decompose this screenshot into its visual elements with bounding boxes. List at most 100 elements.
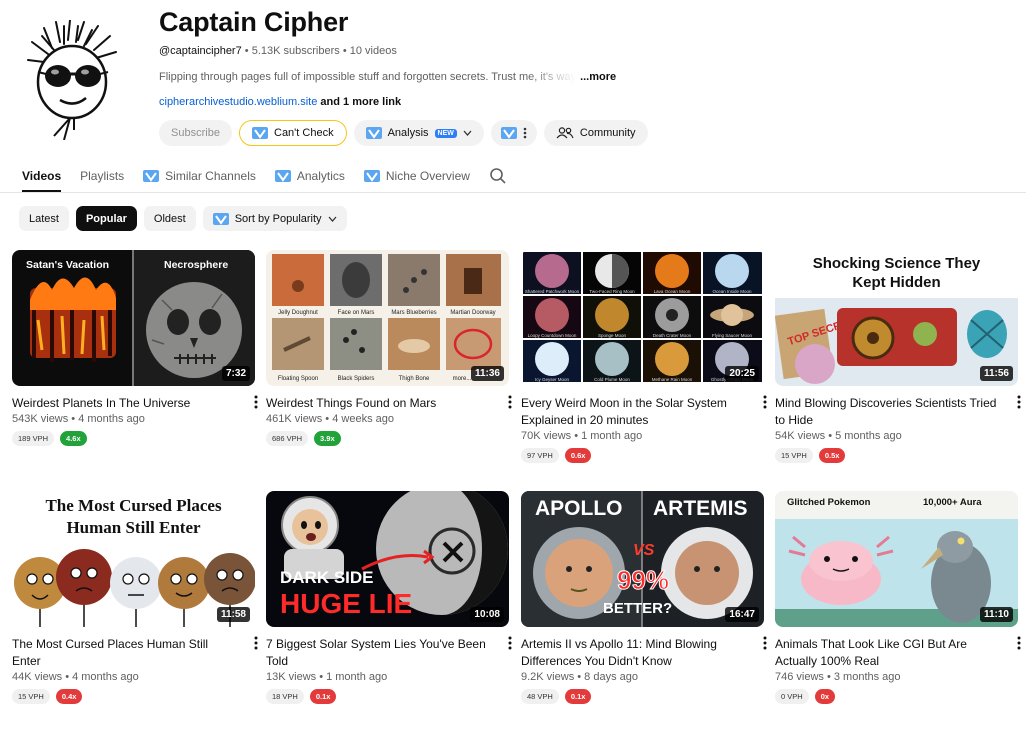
video-card[interactable]: Satan's Vacation Necrosphere 7:32 Weirde… bbox=[12, 250, 258, 446]
more-vert-icon[interactable] bbox=[253, 394, 259, 410]
video-duration: 11:36 bbox=[470, 366, 504, 381]
thumbnail-image: Satan's Vacation Necrosphere bbox=[12, 250, 255, 386]
filter-popular[interactable]: Popular bbox=[75, 206, 137, 231]
thumb-label: Black Spiders bbox=[338, 376, 375, 382]
filter-oldest[interactable]: Oldest bbox=[143, 206, 196, 231]
website-link[interactable]: cipherarchivestudio.weblium.site bbox=[159, 96, 317, 108]
more-vert-icon[interactable] bbox=[762, 635, 768, 651]
tab-similar-channels[interactable]: Similar Channels bbox=[143, 160, 256, 192]
video-meta: 746 views • 3 months ago bbox=[775, 671, 901, 683]
video-card[interactable]: The Most Cursed Places Human Still Enter … bbox=[12, 491, 258, 704]
video-badges: 15 VPH 0.4x bbox=[12, 689, 255, 704]
thumb-label: Floating Spoon bbox=[278, 376, 318, 382]
tab-niche-overview[interactable]: Niche Overview bbox=[363, 160, 470, 192]
outlier-badge: 0.5x bbox=[818, 448, 846, 463]
vph-badge: 15 VPH bbox=[775, 448, 813, 463]
more-link[interactable]: ...more bbox=[580, 71, 616, 83]
video-duration: 20:25 bbox=[725, 366, 759, 381]
channel-tabs: Videos Playlists Similar Channels Analyt… bbox=[22, 160, 507, 192]
filter-latest[interactable]: Latest bbox=[19, 206, 69, 231]
video-thumbnail[interactable]: Satan's Vacation Necrosphere 7:32 bbox=[12, 250, 255, 386]
community-button[interactable]: Community bbox=[543, 120, 648, 146]
analysis-dropdown[interactable]: Analysis NEW bbox=[353, 120, 484, 146]
more-links-button[interactable]: and 1 more link bbox=[320, 96, 401, 108]
video-thumbnail[interactable]: TOP SECRET Shocking Science They Kept Hid… bbox=[775, 250, 1018, 386]
subscriber-count: 5.13K subscribers bbox=[251, 45, 340, 57]
chevron-down-icon bbox=[463, 130, 472, 136]
channel-avatar[interactable] bbox=[24, 20, 132, 140]
vidiq-icon bbox=[143, 170, 160, 182]
thumb-label: Shattered Patchwork Moon bbox=[525, 289, 580, 294]
more-vert-icon[interactable] bbox=[507, 635, 513, 651]
video-duration: 16:47 bbox=[725, 607, 759, 622]
tabs-divider bbox=[0, 192, 1026, 193]
thumb-label: Icy Geyser Moon bbox=[535, 377, 570, 382]
video-title[interactable]: Weirdest Things Found on Mars bbox=[266, 395, 491, 412]
outlier-badge: 0.6x bbox=[564, 448, 592, 463]
video-card[interactable]: DARK SIDE HUGE LIE 10:08 7 Biggest Solar… bbox=[266, 491, 512, 704]
video-thumbnail[interactable]: The Most Cursed Places Human Still Enter … bbox=[12, 491, 255, 627]
thumb-better: BETTER? bbox=[603, 600, 672, 617]
thumb-label: Mars Blueberries bbox=[391, 310, 436, 316]
thumb-label: Sponge Moon bbox=[598, 333, 627, 338]
video-duration: 7:32 bbox=[221, 366, 250, 381]
sort-by-popularity-dropdown[interactable]: Sort by Popularity bbox=[202, 206, 347, 231]
video-meta: 13K views • 1 month ago bbox=[266, 671, 388, 683]
thumb-label: Face on Mars bbox=[338, 310, 375, 316]
more-vert-icon[interactable] bbox=[253, 635, 259, 651]
vidiq-icon bbox=[252, 127, 268, 139]
tab-playlists[interactable]: Playlists bbox=[80, 160, 124, 192]
video-title[interactable]: Weirdest Planets In The Universe bbox=[12, 395, 237, 412]
thumb-label: Loopy Countdown Moon bbox=[528, 333, 577, 338]
thumb-text-line2: HUGE LIE bbox=[280, 588, 412, 619]
thumb-label: Methane Rain Moon bbox=[652, 377, 693, 382]
vidiq-menu-button[interactable] bbox=[490, 120, 537, 146]
video-thumbnail[interactable]: APOLLO ARTEMIS VS 99% BETTER? 16:47 bbox=[521, 491, 764, 627]
thumb-label: more... bbox=[453, 376, 472, 382]
video-duration: 11:10 bbox=[979, 607, 1013, 622]
video-badges: 686 VPH 3.9x bbox=[266, 431, 509, 446]
more-vert-icon[interactable] bbox=[507, 394, 513, 410]
channel-handle: @captaincipher7 bbox=[159, 45, 242, 57]
channel-actions: Subscribe Can't Check Analysis NEW Commu… bbox=[159, 120, 648, 146]
video-title[interactable]: Artemis II vs Apollo 11: Mind Blowing Di… bbox=[521, 636, 746, 670]
video-card[interactable]: TOP SECRET Shocking Science They Kept Hid… bbox=[775, 250, 1021, 463]
vidiq-icon bbox=[212, 212, 229, 225]
video-title[interactable]: 7 Biggest Solar System Lies You've Been … bbox=[266, 636, 491, 670]
channel-name: Captain Cipher bbox=[159, 7, 349, 37]
vidiq-icon bbox=[274, 170, 291, 182]
thumb-text-left: APOLLO bbox=[535, 497, 623, 520]
video-card[interactable]: Glitched Pokemon 10,000+ Aura 11:10 Anim… bbox=[775, 491, 1021, 704]
new-badge: NEW bbox=[434, 128, 457, 138]
video-title[interactable]: Animals That Look Like CGI But Are Actua… bbox=[775, 636, 1000, 670]
search-icon[interactable] bbox=[489, 167, 507, 185]
more-vert-icon[interactable] bbox=[1016, 635, 1022, 651]
video-title[interactable]: Mind Blowing Discoveries Scientists Trie… bbox=[775, 395, 1000, 429]
channel-description[interactable]: Flipping through pages full of impossibl… bbox=[159, 71, 629, 83]
video-thumbnail[interactable]: Glitched Pokemon 10,000+ Aura 11:10 bbox=[775, 491, 1018, 627]
description-text: Flipping through pages full of impossibl… bbox=[159, 71, 577, 83]
vph-badge: 97 VPH bbox=[521, 448, 559, 463]
video-thumbnail[interactable]: DARK SIDE HUGE LIE 10:08 bbox=[266, 491, 509, 627]
video-title[interactable]: The Most Cursed Places Human Still Enter bbox=[12, 636, 237, 670]
more-vert-icon[interactable] bbox=[762, 394, 768, 410]
thumb-label: Flying Saucer Moon bbox=[712, 333, 753, 338]
thumb-text-right: 10,000+ Aura bbox=[923, 497, 982, 508]
subscribe-button[interactable]: Subscribe bbox=[159, 120, 232, 146]
tab-videos[interactable]: Videos bbox=[22, 160, 62, 192]
more-vert-icon[interactable] bbox=[1016, 394, 1022, 410]
outlier-badge: 0x bbox=[814, 689, 836, 704]
video-card[interactable]: Shattered Patchwork Moon Two-Faced Ring … bbox=[521, 250, 767, 463]
video-thumbnail[interactable]: Jelly Doughnut Face on Mars Mars Blueber… bbox=[266, 250, 509, 386]
cant-check-button[interactable]: Can't Check bbox=[239, 120, 347, 146]
outlier-badge: 0.1x bbox=[309, 689, 337, 704]
tab-analytics[interactable]: Analytics bbox=[274, 160, 345, 192]
video-card[interactable]: Jelly Doughnut Face on Mars Mars Blueber… bbox=[266, 250, 512, 446]
video-meta: 461K views • 4 weeks ago bbox=[266, 413, 394, 425]
video-card[interactable]: APOLLO ARTEMIS VS 99% BETTER? 16:47 Arte… bbox=[521, 491, 767, 704]
video-title[interactable]: Every Weird Moon in the Solar System Exp… bbox=[521, 395, 746, 429]
thumb-label: Thigh Bone bbox=[399, 376, 430, 382]
video-badges: 189 VPH 4.6x bbox=[12, 431, 255, 446]
thumb-label: Death Crater Moon bbox=[653, 333, 692, 338]
video-thumbnail[interactable]: Shattered Patchwork Moon Two-Faced Ring … bbox=[521, 250, 764, 386]
